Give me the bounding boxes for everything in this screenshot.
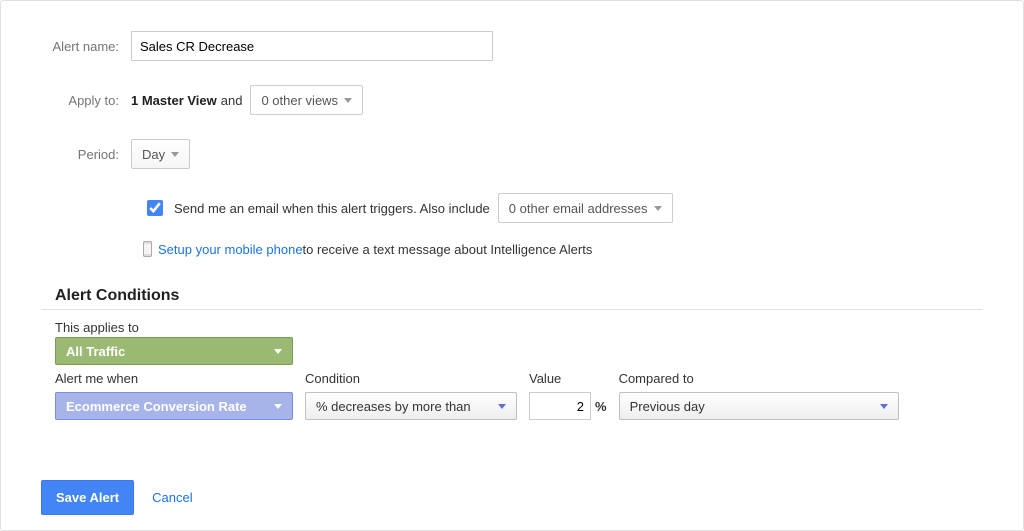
email-notify-checkbox[interactable] bbox=[147, 200, 163, 216]
row-apply-to: Apply to: 1 Master View and 0 other view… bbox=[41, 85, 983, 115]
divider bbox=[41, 309, 983, 310]
save-alert-button[interactable]: Save Alert bbox=[41, 480, 134, 515]
alert-settings-panel: Alert name: Apply to: 1 Master View and … bbox=[0, 0, 1024, 531]
other-views-dropdown[interactable]: 0 other views bbox=[250, 85, 363, 115]
value-label: Value bbox=[529, 371, 607, 388]
row-notify-email: Send me an email when this alert trigger… bbox=[143, 193, 983, 223]
caret-down-icon bbox=[654, 206, 662, 211]
cancel-link[interactable]: Cancel bbox=[152, 490, 192, 505]
other-emails-dropdown[interactable]: 0 other email addresses bbox=[498, 193, 673, 223]
alert-me-value: Ecommerce Conversion Rate bbox=[66, 399, 247, 414]
caret-down-icon bbox=[274, 404, 282, 409]
percent-symbol: % bbox=[595, 399, 607, 414]
alert-me-dropdown[interactable]: Ecommerce Conversion Rate bbox=[55, 392, 293, 420]
other-emails-dropdown-label: 0 other email addresses bbox=[509, 201, 648, 216]
alert-conditions-heading: Alert Conditions bbox=[55, 287, 983, 305]
value-input[interactable] bbox=[529, 392, 591, 420]
col-compared-to: Compared to Previous day bbox=[619, 371, 899, 420]
applies-to-label: This applies to bbox=[55, 320, 983, 337]
col-condition: Condition % decreases by more than bbox=[305, 371, 517, 420]
other-views-dropdown-label: 0 other views bbox=[261, 93, 338, 108]
applies-to-value: All Traffic bbox=[66, 344, 125, 359]
compared-to-dropdown[interactable]: Previous day bbox=[619, 392, 899, 420]
row-period: Period: Day bbox=[41, 139, 983, 169]
period-dropdown[interactable]: Day bbox=[131, 139, 190, 169]
button-row: Save Alert Cancel bbox=[41, 480, 983, 515]
condition-dropdown[interactable]: % decreases by more than bbox=[305, 392, 517, 420]
label-period: Period: bbox=[41, 147, 131, 162]
col-value: Value % bbox=[529, 371, 607, 420]
caret-down-icon bbox=[498, 404, 506, 409]
period-dropdown-label: Day bbox=[142, 147, 165, 162]
col-alert-me: Alert me when Ecommerce Conversion Rate bbox=[55, 371, 293, 420]
setup-mobile-link[interactable]: Setup your mobile phone bbox=[158, 242, 303, 257]
caret-down-icon bbox=[171, 152, 179, 157]
mobile-suffix-text: to receive a text message about Intellig… bbox=[303, 242, 593, 257]
alert-name-input[interactable] bbox=[131, 31, 493, 61]
label-alert-name: Alert name: bbox=[41, 39, 131, 54]
row-notify-mobile: Setup your mobile phone to receive a tex… bbox=[143, 241, 983, 257]
compared-to-value: Previous day bbox=[630, 399, 705, 414]
condition-value: % decreases by more than bbox=[316, 399, 471, 414]
label-apply-to: Apply to: bbox=[41, 93, 131, 108]
row-alert-name: Alert name: bbox=[41, 31, 983, 61]
alert-me-label: Alert me when bbox=[55, 371, 293, 388]
email-notify-text: Send me an email when this alert trigger… bbox=[174, 201, 490, 216]
condition-columns: Alert me when Ecommerce Conversion Rate … bbox=[55, 371, 983, 420]
apply-to-connector: and bbox=[221, 93, 243, 108]
caret-down-icon bbox=[880, 404, 888, 409]
applies-to-dropdown[interactable]: All Traffic bbox=[55, 337, 293, 365]
phone-icon bbox=[143, 241, 152, 257]
condition-label: Condition bbox=[305, 371, 517, 388]
alert-conditions-block: This applies to All Traffic Alert me whe… bbox=[41, 320, 983, 420]
caret-down-icon bbox=[274, 349, 282, 354]
compared-to-label: Compared to bbox=[619, 371, 899, 388]
apply-to-master-view: 1 Master View bbox=[131, 93, 217, 108]
caret-down-icon bbox=[344, 98, 352, 103]
